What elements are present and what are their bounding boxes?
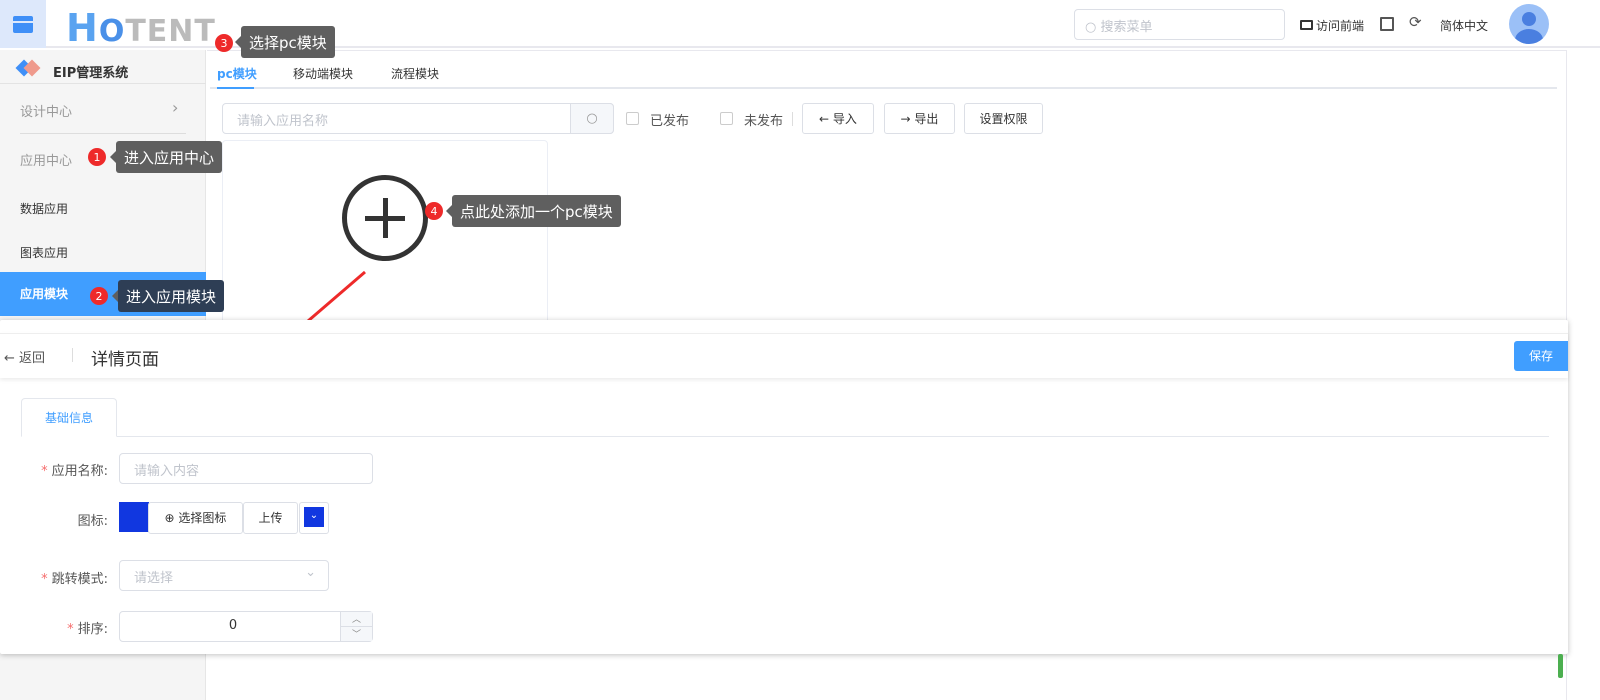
save-button[interactable]: 保存: [1514, 341, 1568, 371]
jump-mode-select[interactable]: 请选择 ⌄: [119, 560, 329, 591]
dialog-title: 详情页面: [91, 350, 159, 370]
annotation-tooltip-4: 点此处添加一个pc模块: [446, 195, 621, 227]
back-button[interactable]: ← 返回: [4, 347, 45, 366]
jump-mode-label: * 跳转模式:: [41, 572, 108, 587]
annotation-tooltip-1: 进入应用中心: [109, 141, 223, 173]
annotation-badge-3: 3: [215, 34, 233, 52]
zoom-in-icon: ⊕: [164, 511, 179, 525]
annotation-badge-2: 2: [90, 287, 108, 305]
upload-button[interactable]: 上传: [243, 502, 298, 534]
annotation-badge-4: 4: [425, 202, 443, 220]
increment-button[interactable]: ︿: [340, 612, 372, 627]
annotation-badge-1: 1: [88, 148, 106, 166]
icon-preview: [119, 502, 149, 532]
scrollbar[interactable]: [1558, 654, 1563, 678]
choose-icon-button[interactable]: ⊕ 选择图标: [148, 502, 243, 534]
arrow-left-icon: ←: [4, 351, 15, 366]
chevron-down-icon: ⌄: [304, 507, 324, 527]
chevron-down-icon: ⌄: [305, 565, 316, 580]
annotation-tooltip-2: 进入应用模块: [111, 280, 225, 312]
icon-label: 图标:: [77, 514, 108, 529]
app-name-label: * 应用名称:: [41, 464, 108, 479]
order-stepper[interactable]: 0: [119, 611, 373, 642]
annotation-tooltip-3: 选择pc模块: [235, 26, 335, 58]
color-picker[interactable]: ⌄: [299, 502, 329, 534]
tab-basic-info[interactable]: 基础信息: [21, 398, 117, 437]
decrement-button[interactable]: ﹀: [340, 627, 372, 641]
detail-dialog: ← 返回 详情页面 保存 基础信息 * 应用名称: 请输入内容 图标: ⊕ 选择图…: [0, 320, 1568, 654]
app-name-input[interactable]: 请输入内容: [119, 453, 373, 484]
order-label: * 排序:: [67, 622, 108, 637]
